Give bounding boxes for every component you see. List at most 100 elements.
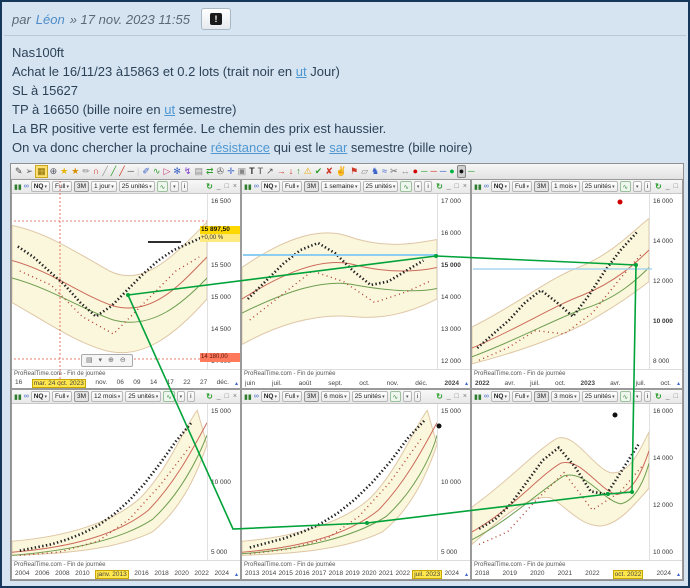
tool-icon[interactable]: ✔ [314,166,324,177]
range-dropdown[interactable]: Full ▾ [281,181,302,192]
tool-icon[interactable]: ▦ [35,165,48,178]
tool-icon[interactable]: T [257,166,265,177]
symbol-dropdown[interactable]: NQ ▾ [30,181,50,192]
maximize-button[interactable]: □ [673,393,679,400]
tool-icon[interactable]: ✇ [216,166,226,177]
report-button[interactable]: ! [200,8,231,30]
tool-icon[interactable]: ╱ [101,166,108,177]
x-axis[interactable]: 2018 2019 2020 2021 2022 oct. 2022 2024 ▴ [472,570,682,579]
chart-style-button[interactable]: ∿ [619,181,632,192]
period-dropdown[interactable]: 1 mois ▾ [551,181,580,192]
chart-plot-area[interactable]: 17 000 16 000 15 000 14 000 13 000 12 000 [242,194,470,369]
chart-plot-area[interactable]: 16 000 14 000 12 000 10 000 8 000 [472,194,682,369]
units-dropdown[interactable]: 25 unités ▾ [581,181,618,192]
info-button[interactable]: i [643,391,652,402]
tool-icon[interactable]: ─ [439,166,447,177]
style-dropdown[interactable]: ▾ [403,391,412,402]
tool-icon[interactable]: ─ [429,166,437,177]
x-axis[interactable]: juin juil. août sept. oct. nov. déc. 2024 ▴ [242,379,470,388]
candlestick-icon[interactable]: ▮▮ [14,183,22,191]
chart-plot-area[interactable]: 15 000 10 000 5 000 [12,404,240,560]
maximize-button[interactable]: □ [673,183,679,190]
minimize-button[interactable]: _ [665,183,671,190]
tool-icon[interactable]: ▱ [360,166,369,177]
units-dropdown[interactable]: 25 unités ▾ [125,391,162,402]
units-dropdown[interactable]: 25 unités ▾ [351,391,388,402]
zoom-3m-button[interactable]: 3M [73,181,90,192]
info-button[interactable]: i [180,181,189,192]
x-axis[interactable]: 16 mar. 24 oct. 2023 nov. 06 09 14 17 22 27 déc. … [12,379,240,388]
range-dropdown[interactable]: Full ▾ [51,391,72,402]
range-dropdown[interactable]: Full ▾ [511,391,532,402]
info-button[interactable]: i [424,181,432,192]
y-axis[interactable]: 15 000 10 000 5 000 [437,404,470,560]
symbol-dropdown[interactable]: NQ ▾ [260,391,280,402]
units-dropdown[interactable]: 25 unités ▾ [581,391,618,402]
refresh-icon[interactable]: ↻ [206,392,213,401]
zoom-3m-button[interactable]: 3M [533,391,550,402]
refresh-icon[interactable]: ↻ [436,182,443,191]
close-button[interactable]: × [681,393,683,400]
tool-icon[interactable]: ─ [420,166,428,177]
tool-icon[interactable]: ╱ [110,166,117,177]
candlestick-icon[interactable]: ▮▮ [14,393,22,401]
link-charts-icon[interactable]: ∞ [24,183,29,190]
period-dropdown[interactable]: 3 mois ▾ [551,391,580,402]
tool-icon[interactable]: ★ [70,166,80,177]
candlestick-icon[interactable]: ▮▮ [244,393,252,401]
period-dropdown[interactable]: 1 jour ▾ [91,181,117,192]
link-charts-icon[interactable]: ∞ [254,393,259,400]
tool-icon[interactable]: T [248,166,256,177]
tool-icon[interactable]: ≈ [381,166,388,177]
minimize-button[interactable]: _ [216,183,222,190]
minimize-button[interactable]: _ [446,393,452,400]
link-charts-icon[interactable]: ∞ [484,183,489,190]
minimize-button[interactable]: _ [665,393,671,400]
zoom-3m-button[interactable]: 3M [73,391,90,402]
expand-icon[interactable]: ▴ [677,380,682,387]
author-link[interactable]: Léon [36,12,65,27]
tool-icon[interactable]: ✛ [226,166,236,177]
x-axis[interactable]: 2022 avr. juil. oct. 2023 avr. juil. oct. ▴ [472,379,682,388]
link-charts-icon[interactable]: ∞ [484,393,489,400]
info-button[interactable]: i [413,391,422,402]
chart-style-button[interactable]: ∿ [156,181,169,192]
tool-icon[interactable]: ∩ [92,166,101,177]
close-button[interactable]: × [681,183,683,190]
tool-icon[interactable]: ─ [127,166,135,177]
y-axis[interactable]: 16 000 14 000 12 000 10 000 [649,404,682,560]
range-dropdown[interactable]: Full ▾ [511,181,532,192]
tool-icon[interactable]: ↔ [400,166,411,177]
link-resistance[interactable]: résistance [211,140,270,155]
x-axis[interactable]: 2004 2006 2008 2010 janv. 2013 2016 2018 2020 20… [12,570,240,579]
candlestick-icon[interactable]: ▮▮ [474,393,482,401]
close-button[interactable]: × [462,393,468,400]
refresh-icon[interactable]: ↻ [655,392,662,401]
expand-icon[interactable]: ▴ [235,380,240,387]
tool-icon[interactable]: ▣ [237,166,248,177]
symbol-dropdown[interactable]: NQ ▾ [260,181,280,192]
y-axis[interactable]: 15 000 10 000 5 000 [207,404,240,560]
expand-icon[interactable]: ▴ [235,571,240,578]
x-axis[interactable]: 2013 2014 2015 2016 2017 2018 2019 2020 2021 2022… [242,570,470,579]
info-button[interactable]: i [643,181,652,192]
tool-icon[interactable]: | [136,166,140,177]
expand-icon[interactable]: ▴ [465,380,470,387]
tool-icon[interactable]: ✏ [81,166,91,177]
tool-icon[interactable]: ✐ [141,166,151,177]
y-axis[interactable]: 16 50016 00015 50015 00014 50014 000 [207,194,240,369]
period-dropdown[interactable]: 6 mois ▾ [321,391,350,402]
tool-icon[interactable]: → [276,166,287,177]
tool-icon[interactable]: ─ [467,166,475,177]
tool-icon[interactable]: ↗ [265,166,275,177]
style-dropdown[interactable]: ▾ [633,181,642,192]
chart-plot-area[interactable]: 16 000 14 000 12 000 10 000 [472,404,682,560]
maximize-button[interactable]: □ [454,183,460,190]
minimize-button[interactable]: _ [216,393,222,400]
tool-icon[interactable]: ╱ [118,166,125,177]
maximize-button[interactable]: □ [224,393,230,400]
style-dropdown[interactable]: ▾ [176,391,186,402]
symbol-dropdown[interactable]: NQ ▾ [490,391,510,402]
expand-icon[interactable]: ▴ [465,571,470,578]
close-button[interactable]: × [232,183,238,190]
